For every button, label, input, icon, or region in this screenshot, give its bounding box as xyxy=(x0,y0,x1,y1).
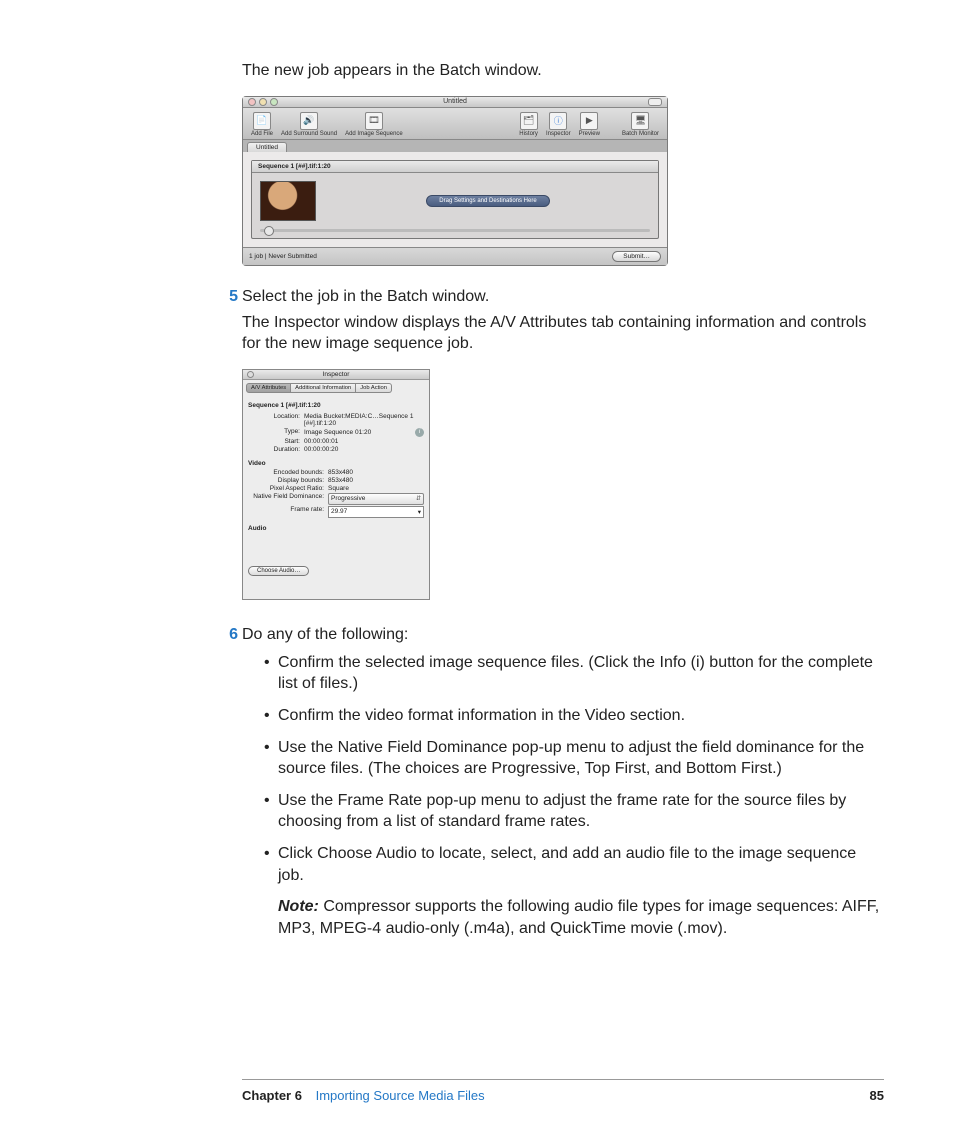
add-surround-label: Add Surround Sound xyxy=(281,131,337,137)
chevron-updown-icon: ⇵ xyxy=(416,495,421,502)
duration-value: 00:00:00:20 xyxy=(304,446,424,453)
window-title: Untitled xyxy=(243,98,667,105)
frame-rate-value: 29.97 xyxy=(331,508,347,515)
batch-statusbar: 1 job | Never Submitted Submit… xyxy=(243,247,667,265)
step-number-6: 6 xyxy=(220,626,238,644)
batch-window-figure: Untitled 📄 Add File 🔊 Add Surround Sound… xyxy=(242,96,668,266)
batch-monitor-icon: 🖥 xyxy=(631,112,649,130)
type-label: Type: xyxy=(248,428,300,437)
inspector-tabs: A/V Attributes Additional Information Jo… xyxy=(243,380,429,396)
job-card[interactable]: Sequence 1 [##].tif:1:20 Drag Settings a… xyxy=(251,160,659,239)
note-label: Note: xyxy=(278,898,319,915)
intro-paragraph: The new job appears in the Batch window. xyxy=(242,60,884,82)
field-dominance-select[interactable]: Progressive ⇵ xyxy=(328,493,424,505)
batch-tabstrip: Untitled xyxy=(243,140,667,152)
footer-page-number: 85 xyxy=(870,1088,884,1103)
history-icon: 🗂 xyxy=(520,112,538,130)
step-5-paragraph: The Inspector window displays the A/V At… xyxy=(242,312,884,355)
batch-monitor-button[interactable]: 🖥 Batch Monitor xyxy=(622,112,659,137)
frame-rate-input[interactable]: 29.97 ▾ xyxy=(328,506,424,518)
info-icon[interactable]: i xyxy=(415,428,424,437)
display-bounds-value: 853x480 xyxy=(328,477,424,484)
pixel-aspect-value: Square xyxy=(328,485,424,492)
tab-additional-info[interactable]: Additional Information xyxy=(291,383,356,393)
add-imgseq-label: Add Image Sequence xyxy=(345,131,403,137)
batch-toolbar: 📄 Add File 🔊 Add Surround Sound 🎞 Add Im… xyxy=(243,108,667,140)
location-label: Location: xyxy=(248,413,300,427)
batch-status-text: 1 job | Never Submitted xyxy=(249,253,317,260)
preview-icon: ▶ xyxy=(580,112,598,130)
tab-job-action[interactable]: Job Action xyxy=(356,383,392,393)
add-surround-button[interactable]: 🔊 Add Surround Sound xyxy=(281,112,337,137)
field-dominance-value: Progressive xyxy=(331,495,365,502)
preview-label: Preview xyxy=(579,131,600,137)
list-item: Use the Native Field Dominance pop-up me… xyxy=(260,737,884,780)
window-titlebar: Untitled xyxy=(243,97,667,108)
inspector-icon: ⓘ xyxy=(549,112,567,130)
page-footer: Chapter 6 Importing Source Media Files 8… xyxy=(242,1079,884,1103)
list-item: Confirm the video format information in … xyxy=(260,705,884,727)
step-number-5: 5 xyxy=(220,288,238,306)
tab-av-attributes[interactable]: A/V Attributes xyxy=(246,383,291,393)
step-6-bullets: Confirm the selected image sequence file… xyxy=(260,652,884,886)
drop-target[interactable]: Drag Settings and Destinations Here xyxy=(326,195,650,207)
list-item: Confirm the selected image sequence file… xyxy=(260,652,884,695)
choose-audio-button[interactable]: Choose Audio… xyxy=(248,566,309,576)
chevron-down-icon: ▾ xyxy=(418,508,421,516)
step-6-text: Do any of the following: xyxy=(242,626,408,644)
display-bounds-label: Display bounds: xyxy=(248,477,324,484)
list-item: Click Choose Audio to locate, select, an… xyxy=(260,843,884,886)
start-value: 00:00:00:01 xyxy=(304,438,424,445)
drop-target-label: Drag Settings and Destinations Here xyxy=(426,195,549,207)
duration-label: Duration: xyxy=(248,446,300,453)
encoded-bounds-label: Encoded bounds: xyxy=(248,469,324,476)
video-section-header: Video xyxy=(248,460,424,467)
thumb-size-slider[interactable] xyxy=(252,229,658,238)
add-imgseq-icon: 🎞 xyxy=(365,112,383,130)
add-file-label: Add File xyxy=(251,131,273,137)
batch-monitor-label: Batch Monitor xyxy=(622,131,659,137)
inspector-window-figure: Inspector A/V Attributes Additional Info… xyxy=(242,369,430,600)
step-5-text: Select the job in the Batch window. xyxy=(242,288,489,306)
note-text: Compressor supports the following audio … xyxy=(278,898,879,937)
footer-chapter-title: Importing Source Media Files xyxy=(316,1088,485,1103)
type-value: Image Sequence 01:20 xyxy=(304,429,371,436)
inspector-title: Inspector xyxy=(243,371,429,378)
add-surround-icon: 🔊 xyxy=(300,112,318,130)
frame-rate-label: Frame rate: xyxy=(248,506,324,518)
footer-chapter: Chapter 6 xyxy=(242,1088,302,1103)
batch-tab[interactable]: Untitled xyxy=(247,142,287,152)
inspector-label: Inspector xyxy=(546,131,571,137)
submit-button[interactable]: Submit… xyxy=(612,251,661,262)
encoded-bounds-value: 853x480 xyxy=(328,469,424,476)
audio-section-header: Audio xyxy=(248,525,424,532)
add-file-icon: 📄 xyxy=(253,112,271,130)
start-label: Start: xyxy=(248,438,300,445)
inspector-sequence-name: Sequence 1 [##].tif:1:20 xyxy=(248,402,424,409)
history-button[interactable]: 🗂 History xyxy=(519,112,538,137)
location-value: Media Bucket:MEDIA:C…Sequence 1 [##].tif… xyxy=(304,413,424,427)
inspector-button[interactable]: ⓘ Inspector xyxy=(546,112,571,137)
list-item: Use the Frame Rate pop-up menu to adjust… xyxy=(260,790,884,833)
preview-button[interactable]: ▶ Preview xyxy=(579,112,600,137)
add-imgseq-button[interactable]: 🎞 Add Image Sequence xyxy=(345,112,403,137)
add-file-button[interactable]: 📄 Add File xyxy=(251,112,273,137)
job-title: Sequence 1 [##].tif:1:20 xyxy=(252,161,658,173)
pixel-aspect-label: Pixel Aspect Ratio: xyxy=(248,485,324,492)
inspector-titlebar: Inspector xyxy=(243,370,429,380)
job-thumbnail xyxy=(260,181,316,221)
history-label: History xyxy=(519,131,538,137)
field-dominance-label: Native Field Dominance: xyxy=(248,493,324,505)
